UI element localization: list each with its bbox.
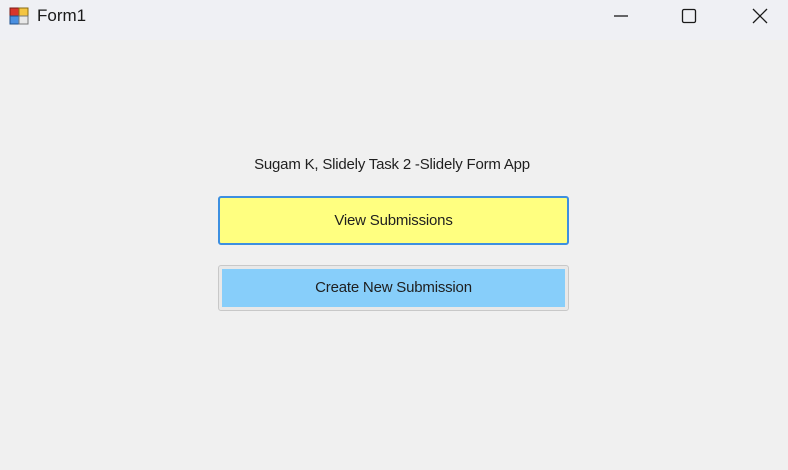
minimize-icon — [614, 15, 628, 17]
title-bar[interactable]: Form1 — [0, 0, 788, 40]
form-app-icon — [9, 7, 29, 25]
minimize-button[interactable] — [598, 0, 644, 32]
maximize-icon — [681, 8, 697, 24]
form-client-area: Sugam K, Slidely Task 2 -Slidely Form Ap… — [0, 40, 788, 470]
close-button[interactable] — [737, 0, 783, 32]
app-caption-label: Sugam K, Slidely Task 2 -Slidely Form Ap… — [254, 156, 530, 173]
create-new-submission-label: Create New Submission — [222, 269, 565, 307]
form1-window: Form1 Sugam K, Slidely Task 2 -Slidely F… — [0, 0, 788, 470]
window-title: Form1 — [37, 6, 87, 25]
create-new-submission-button[interactable]: Create New Submission — [218, 265, 569, 311]
maximize-button[interactable] — [666, 0, 712, 32]
view-submissions-button[interactable]: View Submissions — [218, 196, 569, 245]
close-icon — [752, 8, 768, 24]
